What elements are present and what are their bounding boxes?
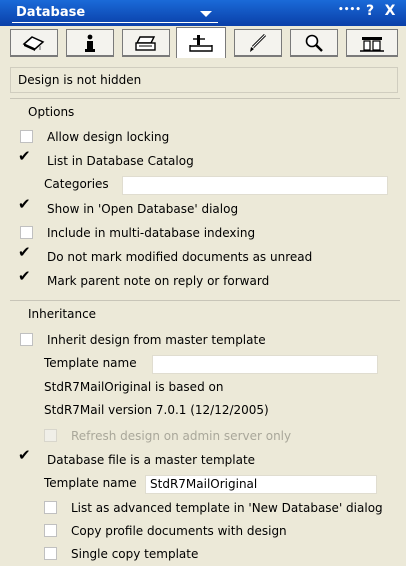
list-advanced-template-checkbox[interactable]: List as advanced template in 'New Databa… xyxy=(44,499,400,519)
checkbox-label: Include in multi-database indexing xyxy=(47,226,256,240)
template-name-label: Template name xyxy=(44,356,137,370)
checkbox-label: List as advanced template in 'New Databa… xyxy=(71,501,383,515)
show-in-open-dialog-checkbox[interactable]: ✔ Show in 'Open Database' dialog xyxy=(18,195,390,220)
checkbox-box xyxy=(20,333,33,346)
tab-printing[interactable] xyxy=(122,29,170,57)
design-status-text: Design is not hidden xyxy=(18,73,142,87)
magnifier-icon xyxy=(305,34,323,52)
close-button[interactable]: X xyxy=(382,3,398,21)
eraser-icon xyxy=(22,35,45,51)
tab-advanced[interactable] xyxy=(346,29,398,57)
list-in-catalog-checkbox[interactable]: ✔ List in Database Catalog xyxy=(18,147,390,172)
single-copy-template-checkbox[interactable]: Single copy template xyxy=(44,545,384,565)
checkbox-box xyxy=(44,501,57,514)
checkbox-box xyxy=(20,226,33,239)
checkbox-label: List in Database Catalog xyxy=(47,154,194,168)
design-status-box: Design is not hidden xyxy=(10,67,398,93)
master-template-checkbox[interactable]: ✔ Database file is a master template xyxy=(18,446,390,471)
checkmark-icon: ✔ xyxy=(18,267,31,285)
inherit-design-checkbox[interactable]: Inherit design from master template xyxy=(20,331,390,351)
multi-database-indexing-checkbox[interactable]: Include in multi-database indexing xyxy=(20,224,390,244)
checkmark-icon: ✔ xyxy=(18,195,31,213)
properties-tab-row xyxy=(10,27,400,58)
checkbox-label: Copy profile documents with design xyxy=(71,524,287,538)
tab-launch[interactable] xyxy=(234,29,282,57)
checkmark-icon: ✔ xyxy=(18,446,31,464)
template-name-label: Template name xyxy=(44,476,137,490)
checkmark-icon: ✔ xyxy=(18,243,31,261)
design-icon xyxy=(189,35,213,52)
printer-icon xyxy=(135,35,156,51)
template-name-value: StdR7MailOriginal xyxy=(150,477,258,491)
info-icon xyxy=(85,34,95,52)
checkbox-label: Database file is a master template xyxy=(47,453,256,467)
tab-info[interactable] xyxy=(66,29,114,57)
tab-full-text[interactable] xyxy=(290,29,338,57)
inheritance-heading: Inheritance xyxy=(28,307,97,321)
advanced-icon xyxy=(360,36,384,52)
tab-basics[interactable] xyxy=(10,29,58,57)
pen-icon xyxy=(250,33,267,52)
categories-label: Categories xyxy=(44,177,109,191)
copy-profile-documents-checkbox[interactable]: Copy profile documents with design xyxy=(44,522,384,542)
checkbox-label: Refresh design on admin server only xyxy=(71,429,292,443)
checkbox-label: Inherit design from master template xyxy=(47,333,266,347)
options-heading: Options xyxy=(28,105,75,119)
inherit-template-name-input[interactable] xyxy=(152,355,378,374)
allow-design-locking-checkbox[interactable]: Allow design locking xyxy=(20,128,390,148)
more-button[interactable]: •••• xyxy=(338,5,361,23)
properties-type-dropdown[interactable]: Database xyxy=(12,4,218,23)
do-not-mark-unread-checkbox[interactable]: ✔ Do not mark modified documents as unre… xyxy=(18,243,390,268)
checkbox-box xyxy=(44,429,57,442)
dropdown-arrow-icon xyxy=(200,11,212,17)
checkbox-box xyxy=(44,524,57,537)
checkbox-label: Allow design locking xyxy=(47,130,170,144)
tab-design[interactable] xyxy=(176,27,226,58)
properties-titlebar: Database •••• ? X xyxy=(0,0,406,26)
based-on-version-text: StdR7Mail version 7.0.1 (12/12/2005) xyxy=(44,403,269,417)
dropdown-title: Database xyxy=(16,5,86,20)
checkbox-label: Do not mark modified documents as unread xyxy=(47,250,313,264)
checkbox-label: Single copy template xyxy=(71,547,199,561)
refresh-admin-server-checkbox[interactable]: Refresh design on admin server only xyxy=(44,427,384,447)
options-section: Options Allow design locking ✔ List in D… xyxy=(10,98,400,297)
based-on-text: StdR7MailOriginal is based on xyxy=(44,380,224,394)
checkbox-label: Show in 'Open Database' dialog xyxy=(47,202,239,216)
mark-parent-note-checkbox[interactable]: ✔ Mark parent note on reply or forward xyxy=(18,267,390,292)
checkbox-box xyxy=(20,130,33,143)
checkbox-box xyxy=(44,547,57,560)
inheritance-section: Inheritance Inherit design from master t… xyxy=(10,300,400,566)
checkbox-label: Mark parent note on reply or forward xyxy=(47,274,270,288)
categories-input[interactable] xyxy=(122,176,388,195)
help-button[interactable]: ? xyxy=(362,3,378,21)
master-template-name-input[interactable]: StdR7MailOriginal xyxy=(145,475,377,494)
checkmark-icon: ✔ xyxy=(18,147,31,165)
